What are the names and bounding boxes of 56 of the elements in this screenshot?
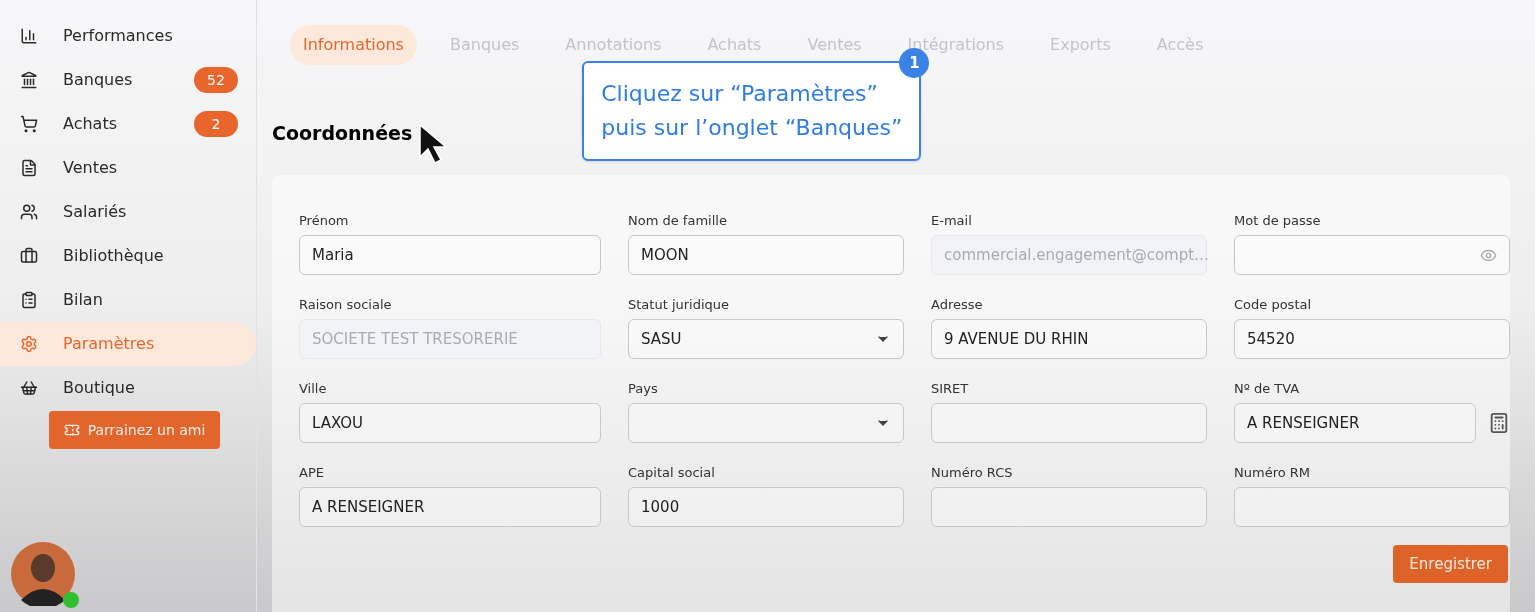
field-label: Pays [628,381,659,397]
briefcase-icon [20,247,38,265]
sidebar-item[interactable]: Boutique [0,366,256,410]
sidebar-item[interactable]: Bilan [0,278,256,322]
field-label: Ville [299,381,328,397]
ticket-icon [63,422,80,438]
input-field[interactable]: A RENSEIGNER [1234,403,1476,443]
field-label: Prénom [299,213,350,229]
sidebar-item[interactable]: Achats 2 [0,102,256,146]
people-icon [20,203,38,221]
field-label: Capital social [628,465,716,481]
sidebar-item[interactable]: Performances [0,14,256,58]
bank-icon [20,71,38,89]
field-label: Nom de famille [628,213,728,229]
section-title: Coordonnées [272,121,413,146]
input-field[interactable]: MOON [628,235,904,275]
input-field[interactable]: LAXOU [299,403,601,443]
callout-text: Cliquez sur “Paramètres” [601,80,879,108]
field-label: Code postal [1234,297,1313,313]
field-label: APE [299,465,325,481]
field-label: Adresse [931,297,984,313]
input-field[interactable]: Maria [299,235,601,275]
sidebar-item[interactable]: Banques 52 [0,58,256,102]
input-field[interactable] [1234,487,1510,527]
count-badge: 2 [194,111,238,137]
select-field[interactable]: SASU [628,319,904,359]
callout-text: puis sur l’onglet “Banques” [601,114,903,142]
document-icon [20,159,38,177]
sidebar-item[interactable]: Salariés [0,190,256,234]
input-field[interactable]: A RENSEIGNER [299,487,601,527]
password-field[interactable] [1234,235,1510,275]
avatar [11,542,75,606]
count-badge: 52 [194,67,238,93]
field-label: SIRET [931,381,970,397]
field-label: E-mail [931,213,973,229]
sidebar-item[interactable]: Ventes [0,146,256,190]
clipboard-icon [20,291,38,309]
basket-icon [20,379,38,397]
bar-chart-icon [20,27,38,45]
calculator-icon[interactable] [1488,412,1510,434]
input-field[interactable]: 1000 [628,487,904,527]
input-field[interactable]: 9 AVENUE DU RHIN [931,319,1207,359]
input-field[interactable] [931,403,1207,443]
field-label: Numéro RM [1234,465,1312,481]
field-label: Nº de TVA [1234,381,1301,397]
select-field[interactable] [628,403,904,443]
input-field[interactable]: 54520 [1234,319,1510,359]
field-label: Statut juridique [628,297,731,313]
step-badge: 1 [899,48,930,78]
field-label: Raison sociale [299,297,393,313]
input-field[interactable] [931,487,1207,527]
cart-icon [20,115,38,133]
sidebar-item[interactable]: Bibliothèque [0,234,256,278]
settings-icon [20,335,38,353]
field-label: Numéro RCS [931,465,1014,481]
field-label: Mot de passe [1234,213,1322,229]
